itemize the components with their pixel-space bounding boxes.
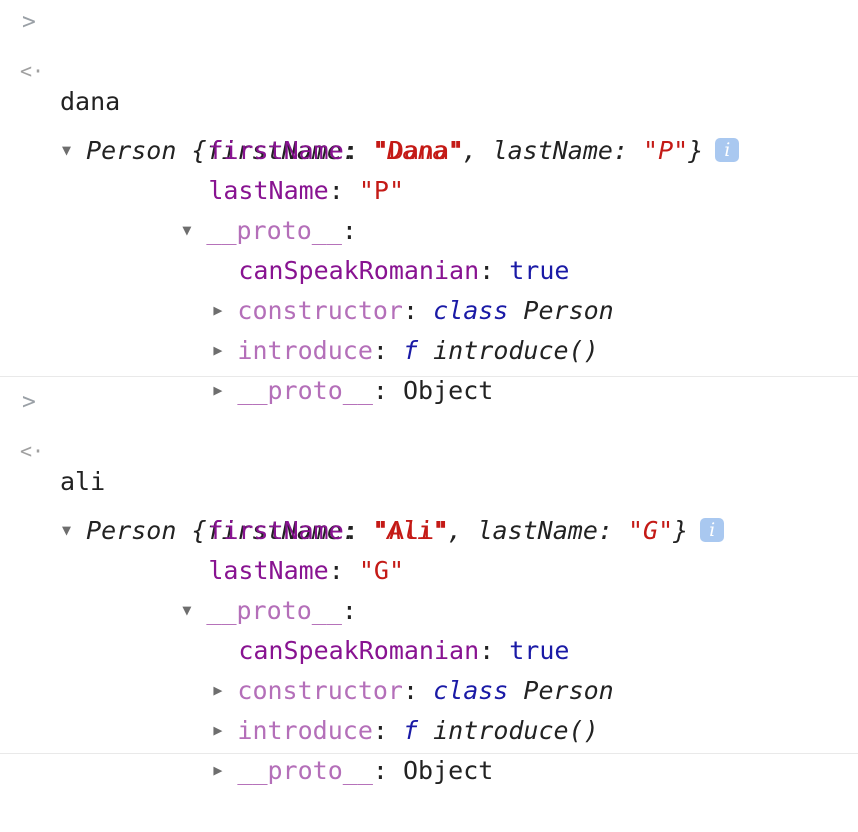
proto-proto-row[interactable]: ▶ __proto__: Object <box>123 711 858 785</box>
console-input-line[interactable]: > ali <box>0 382 858 496</box>
console-input-line[interactable]: > dana <box>0 2 858 116</box>
expand-triangle-icon[interactable]: ▼ <box>62 130 71 170</box>
property-row: firstName: "Dana" <box>208 136 465 165</box>
property-key: __proto__ <box>237 756 373 785</box>
property-row: firstName: "Ali" <box>208 516 450 545</box>
prompt-chevron-icon: > <box>22 9 36 35</box>
console-entry-dana: > dana <· ▼ Person {firstName: "Dana", l… <box>0 0 858 405</box>
proto-constructor-row[interactable]: ▶ constructor: class Person <box>123 631 858 705</box>
property-row: lastName: "P" <box>208 176 404 205</box>
proto-row[interactable]: ▼ __proto__: <box>92 551 858 625</box>
console-entry-ali: > ali <· ▼ Person {firstName: "Ali", las… <box>0 377 858 785</box>
proto-introduce-row[interactable]: ▶ introduce: f introduce() <box>123 291 858 365</box>
collapse-triangle-icon[interactable]: ▶ <box>213 750 222 790</box>
proto-introduce-row[interactable]: ▶ introduce: f introduce() <box>123 671 858 745</box>
proto-constructor-row[interactable]: ▶ constructor: class Person <box>123 251 858 325</box>
property-value: Object <box>402 756 494 785</box>
result-summary-row[interactable]: <· ▼ Person {firstName: "Dana", lastName… <box>0 51 858 165</box>
return-arrow-icon: <· <box>20 59 45 83</box>
property-row: lastName: "G" <box>208 556 404 585</box>
expand-triangle-icon[interactable]: ▼ <box>62 510 71 550</box>
proto-property-row: canSpeakRomanian: true <box>238 256 570 285</box>
return-arrow-icon: <· <box>20 439 45 463</box>
result-summary-row[interactable]: <· ▼ Person {firstName: "Ali", lastName:… <box>0 431 858 545</box>
console-panel: > dana <· ▼ Person {firstName: "Dana", l… <box>0 0 858 785</box>
proto-property-row: canSpeakRomanian: true <box>238 636 570 665</box>
proto-proto-row[interactable]: ▶ __proto__: Object <box>123 331 858 405</box>
prompt-chevron-icon: > <box>22 389 36 415</box>
proto-row[interactable]: ▼ __proto__: <box>92 171 858 245</box>
